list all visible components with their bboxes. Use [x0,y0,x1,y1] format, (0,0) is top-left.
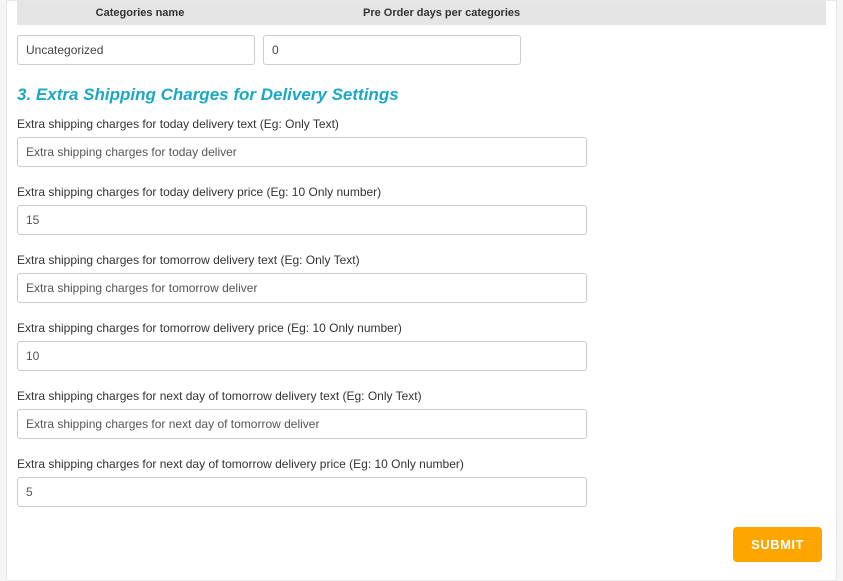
label-tomorrow-text: Extra shipping charges for tomorrow deli… [17,253,826,267]
input-today-text[interactable] [17,137,587,167]
header-preorder-days: Pre Order days per categories [263,7,826,19]
input-nextday-text[interactable] [17,409,587,439]
category-name-input[interactable] [17,35,255,65]
input-tomorrow-price[interactable] [17,341,587,371]
categories-table-header: Categories name Pre Order days per categ… [17,1,826,25]
input-tomorrow-text[interactable] [17,273,587,303]
field-nextday-price: Extra shipping charges for next day of t… [17,457,826,507]
section-title: 3. Extra Shipping Charges for Delivery S… [17,85,826,105]
label-today-price: Extra shipping charges for today deliver… [17,185,826,199]
preorder-days-input[interactable] [263,35,521,65]
input-today-price[interactable] [17,205,587,235]
label-today-text: Extra shipping charges for today deliver… [17,117,826,131]
input-nextday-price[interactable] [17,477,587,507]
button-row: SUBMIT [17,527,826,562]
label-nextday-price: Extra shipping charges for next day of t… [17,457,826,471]
field-tomorrow-text: Extra shipping charges for tomorrow deli… [17,253,826,303]
field-nextday-text: Extra shipping charges for next day of t… [17,389,826,439]
field-tomorrow-price: Extra shipping charges for tomorrow deli… [17,321,826,371]
category-row [17,35,826,65]
label-nextday-text: Extra shipping charges for next day of t… [17,389,826,403]
label-tomorrow-price: Extra shipping charges for tomorrow deli… [17,321,826,335]
field-today-text: Extra shipping charges for today deliver… [17,117,826,167]
settings-panel: Categories name Pre Order days per categ… [6,0,837,581]
field-today-price: Extra shipping charges for today deliver… [17,185,826,235]
header-categories-name: Categories name [17,7,263,19]
submit-button[interactable]: SUBMIT [733,527,822,562]
